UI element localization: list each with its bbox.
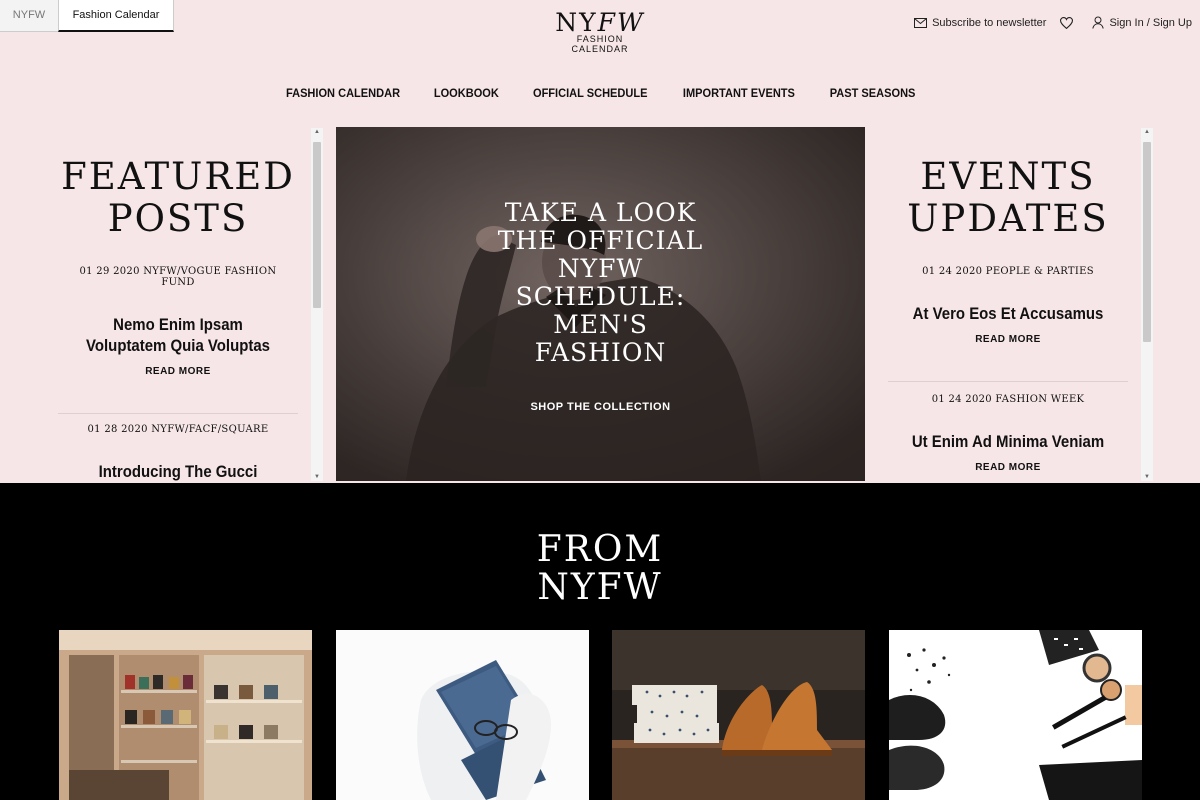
card-cosmetics[interactable] (889, 630, 1142, 800)
heart-icon (1060, 16, 1074, 29)
featured-posts-title: FEATURED POSTS (58, 156, 298, 240)
post-divider (888, 381, 1128, 382)
post-divider (58, 413, 298, 414)
post-title[interactable]: At Vero Eos Et Accusamus (911, 303, 1105, 324)
featured-scrollbar[interactable]: ▲ ▼ (311, 128, 323, 481)
hero-title-line: MEN'S (553, 310, 648, 339)
card-shoes-shirts[interactable] (612, 630, 865, 800)
featured-title-line2: POSTS (107, 197, 249, 240)
hero-title-line: THE OFFICIAL (497, 226, 704, 255)
post-meta[interactable]: 01 28 2020 NYFW/FACF/SQUARE (68, 424, 288, 435)
post-title[interactable]: Introducing The Gucci (81, 461, 275, 481)
hero-title-line: FASHION (534, 338, 667, 367)
events-updates-column: EVENTS UPDATES 01 24 2020 PEOPLE & PARTI… (888, 128, 1128, 481)
from-nyfw-title: FROM NYFW (0, 531, 1200, 607)
post-title[interactable]: Nemo Enim Ipsam Voluptatem Quia Voluptas (81, 314, 275, 356)
hero-title-line: TAKE A LOOK (504, 198, 697, 227)
scroll-up-arrow-icon[interactable]: ▲ (1141, 129, 1153, 135)
events-updates-title: EVENTS UPDATES (888, 156, 1128, 240)
top-bar: NYFW Fashion Calendar NYFW FASHION CALEN… (0, 0, 1200, 54)
card-boutique[interactable] (59, 630, 312, 800)
tab-nyfw[interactable]: NYFW (0, 0, 58, 32)
nav-official-schedule[interactable]: OFFICIAL SCHEDULE (533, 86, 647, 100)
from-nyfw-section: FROM NYFW (0, 483, 1200, 800)
scroll-down-arrow-icon[interactable]: ▼ (1141, 474, 1153, 480)
hero-banner[interactable]: TAKE A LOOK THE OFFICIAL NYFW SCHEDULE: … (336, 127, 865, 481)
nav-important-events[interactable]: IMPORTANT EVENTS (683, 86, 795, 100)
post-meta[interactable]: 01 24 2020 FASHION WEEK (898, 394, 1118, 405)
hero-title-line: SCHEDULE: (515, 282, 686, 311)
post-meta[interactable]: 01 24 2020 PEOPLE & PARTIES (898, 266, 1118, 277)
hero-title: TAKE A LOOK THE OFFICIAL NYFW SCHEDULE: … (336, 199, 865, 367)
post-title-line2: Voluptatem Quia Voluptas (86, 336, 270, 355)
read-more-link[interactable]: READ MORE (898, 334, 1118, 345)
post-title-line1: Nemo Enim Ipsam (113, 315, 243, 334)
logo-subtitle: FASHION CALENDAR (571, 34, 629, 54)
hero-title-line: NYFW (557, 254, 644, 283)
user-icon (1092, 16, 1105, 29)
nav-past-seasons[interactable]: PAST SEASONS (830, 86, 916, 100)
signin-label: Sign In / Sign Up (1109, 16, 1192, 29)
nav-fashion-calendar[interactable]: FASHION CALENDAR (286, 86, 400, 100)
envelope-icon (914, 17, 928, 28)
logo-ny: NY (555, 8, 598, 37)
scroll-up-arrow-icon[interactable]: ▲ (311, 129, 323, 135)
signin-link[interactable]: Sign In / Sign Up (1092, 16, 1192, 29)
logo-fw: FW (597, 8, 645, 37)
tab-fashion-calendar[interactable]: Fashion Calendar (58, 0, 174, 32)
newsletter-link[interactable]: Subscribe to newsletter (914, 17, 1046, 29)
boutique-photo (59, 630, 312, 800)
read-more-link[interactable]: READ MORE (898, 462, 1118, 473)
event-post: 01 24 2020 FASHION WEEK Ut Enim Ad Minim… (888, 394, 1128, 473)
scroll-down-arrow-icon[interactable]: ▼ (311, 474, 323, 480)
header-utilities: Subscribe to newsletter Sign In / Sign U… (914, 16, 1192, 29)
events-title-line2: UPDATES (907, 197, 1109, 240)
scrollbar-thumb[interactable] (313, 142, 321, 308)
shop-collection-link[interactable]: SHOP THE COLLECTION (336, 401, 865, 413)
featured-title-line1: FEATURED (61, 155, 295, 198)
scrollbar-thumb[interactable] (1143, 142, 1151, 342)
folded-clothes-photo (336, 630, 589, 800)
post-title[interactable]: Ut Enim Ad Minima Veniam (911, 431, 1105, 452)
from-title-line2: NYFW (537, 567, 663, 608)
featured-posts-column: FEATURED POSTS 01 29 2020 NYFW/VOGUE FAS… (58, 128, 298, 481)
events-title-line1: EVENTS (920, 155, 1096, 198)
post-meta[interactable]: 01 29 2020 NYFW/VOGUE FASHION FUND (68, 266, 288, 288)
events-scrollbar[interactable]: ▲ ▼ (1141, 128, 1153, 481)
main-nav: FASHION CALENDAR LOOKBOOK OFFICIAL SCHED… (0, 86, 1200, 100)
card-folded-clothes[interactable] (336, 630, 589, 800)
from-title-line1: FROM (536, 529, 664, 570)
wishlist-button[interactable] (1060, 16, 1078, 29)
featured-post: 01 29 2020 NYFW/VOGUE FASHION FUND Nemo … (58, 266, 298, 377)
cosmetics-flatlay-photo (889, 630, 1142, 800)
read-more-link[interactable]: READ MORE (68, 366, 288, 377)
event-post: 01 24 2020 PEOPLE & PARTIES At Vero Eos … (888, 266, 1128, 345)
newsletter-label: Subscribe to newsletter (932, 16, 1047, 29)
nav-lookbook[interactable]: LOOKBOOK (434, 86, 499, 100)
post-title-line1: Introducing The Gucci (98, 462, 258, 481)
shoes-and-shirts-photo (612, 630, 865, 800)
featured-post: 01 28 2020 NYFW/FACF/SQUARE Introducing … (58, 424, 298, 481)
site-logo[interactable]: NYFW FASHION CALENDAR (550, 8, 650, 55)
